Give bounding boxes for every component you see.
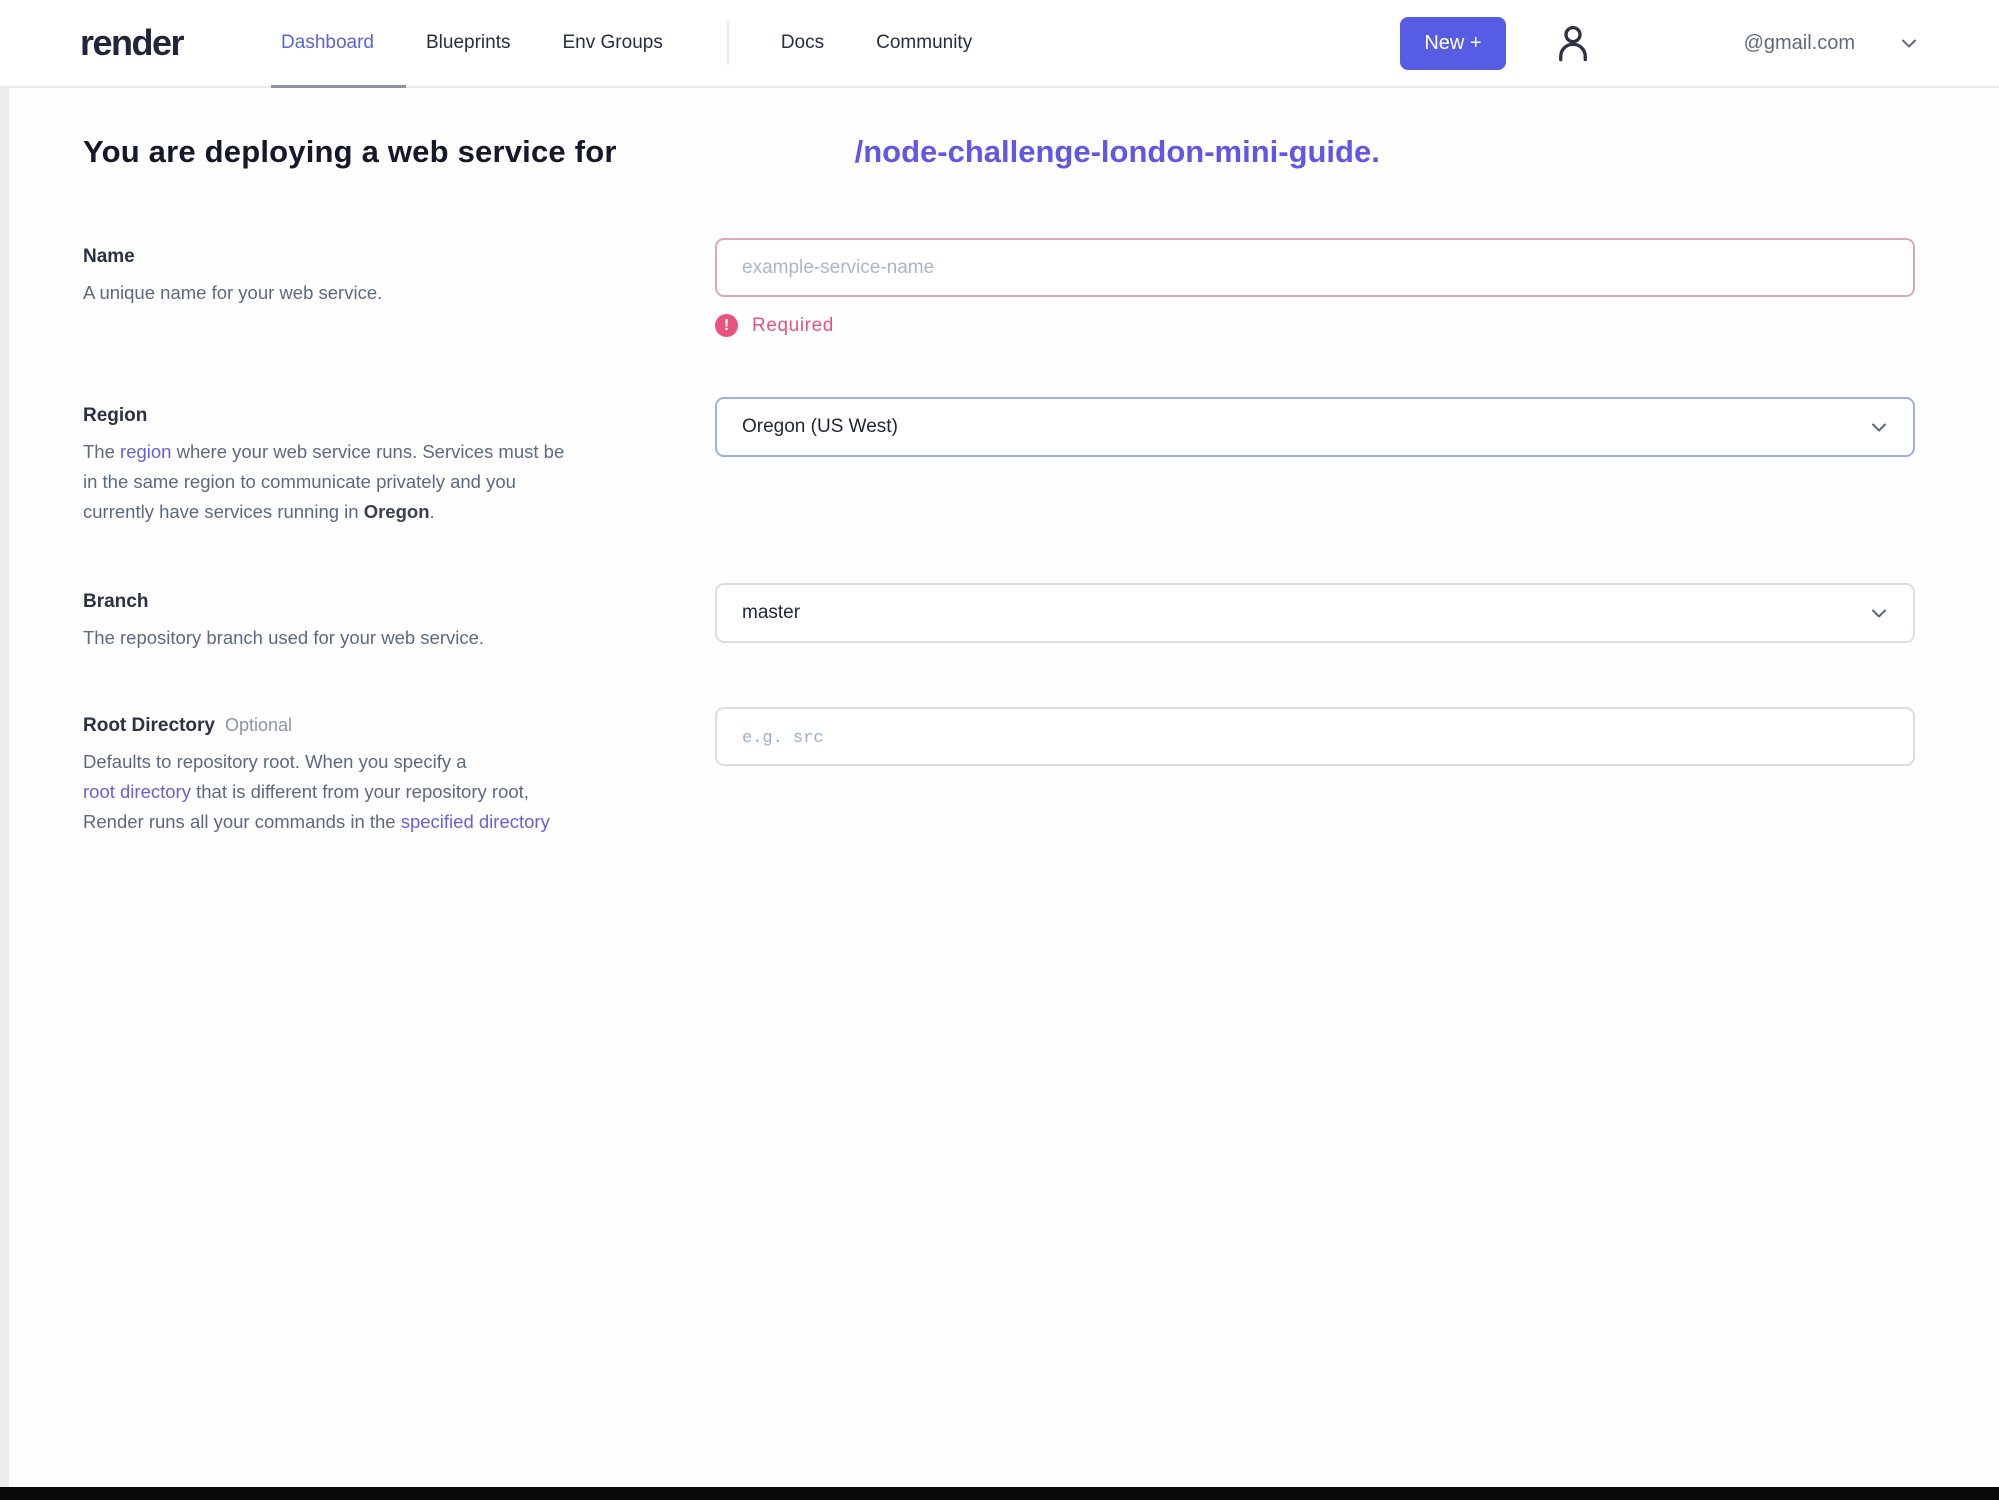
region-desc-text: . bbox=[429, 501, 435, 522]
specified-directory-docs-link[interactable]: specified directory bbox=[401, 811, 550, 832]
region-desc-oregon: Oregon bbox=[363, 501, 430, 522]
region-select[interactable]: Oregon (US West) bbox=[715, 397, 1915, 457]
chevron-down-icon bbox=[1867, 415, 1891, 439]
root-desc-text: Defaults to repository root. When you sp… bbox=[83, 751, 467, 772]
region-label: Region bbox=[83, 405, 148, 426]
user-icon[interactable] bbox=[1552, 21, 1594, 65]
new-button[interactable]: New + bbox=[1400, 16, 1506, 70]
region-desc-text: The bbox=[83, 441, 121, 462]
repo-path-link[interactable]: /node-challenge-london-mini-guide. bbox=[855, 134, 1380, 170]
region-desc-text: in the same region to communicate privat… bbox=[83, 471, 516, 492]
region-select-value: Oregon (US West) bbox=[742, 416, 898, 437]
name-label: Name bbox=[83, 246, 135, 267]
root-directory-input[interactable] bbox=[715, 707, 1915, 766]
deploy-web-service-page: render Dashboard Blueprints Env Groups D… bbox=[0, 0, 1999, 1500]
region-desc-text: currently have services running in bbox=[83, 501, 364, 522]
render-logo[interactable]: render bbox=[80, 22, 185, 64]
chevron-down-icon bbox=[1897, 31, 1921, 55]
page-title: You are deploying a web service for /nod… bbox=[83, 134, 1999, 170]
region-desc-text: where your web service runs. Services mu… bbox=[171, 441, 565, 462]
nav-item-docs[interactable]: Docs bbox=[781, 0, 824, 86]
root-directory-field-info: Root Directory Optional Defaults to repos… bbox=[83, 707, 671, 837]
name-description: A unique name for your web service. bbox=[83, 282, 383, 303]
root-directory-description: Defaults to repository root. When you sp… bbox=[83, 747, 671, 837]
nav-item-env-groups[interactable]: Env Groups bbox=[563, 0, 663, 86]
root-desc-text: Render runs all your commands in the bbox=[83, 811, 401, 832]
region-field-info: Region The region where your web service… bbox=[83, 397, 671, 527]
region-description: The region where your web service runs. … bbox=[83, 437, 671, 527]
branch-select[interactable]: master bbox=[715, 583, 1915, 643]
page-title-prefix: You are deploying a web service for bbox=[83, 134, 617, 169]
bottom-black-bar bbox=[0, 1487, 1999, 1500]
branch-description: The repository branch used for your web … bbox=[83, 627, 485, 648]
required-error-text: Required bbox=[752, 314, 834, 336]
form-row-root-directory: Root Directory Optional Defaults to repos… bbox=[83, 707, 1999, 837]
name-field-info: Name A unique name for your web service. bbox=[83, 238, 671, 308]
region-docs-link[interactable]: region bbox=[120, 441, 171, 462]
page-edge-strip bbox=[0, 88, 9, 1500]
branch-field-info: Branch The repository branch used for yo… bbox=[83, 583, 671, 653]
account-menu[interactable]: @gmail.com bbox=[1744, 31, 1921, 55]
service-name-input[interactable] bbox=[715, 238, 1915, 297]
account-email: @gmail.com bbox=[1743, 31, 1855, 54]
form-row-name: Name A unique name for your web service.… bbox=[83, 238, 1999, 337]
root-directory-label: Root Directory bbox=[83, 715, 215, 736]
root-directory-docs-link[interactable]: root directory bbox=[83, 781, 191, 802]
form-row-branch: Branch The repository branch used for yo… bbox=[83, 583, 1999, 653]
branch-label: Branch bbox=[83, 591, 149, 612]
required-error-icon: ! bbox=[715, 314, 738, 337]
top-nav: render Dashboard Blueprints Env Groups D… bbox=[0, 0, 1999, 88]
nav-links: Dashboard Blueprints Env Groups Docs Com… bbox=[271, 0, 1024, 88]
name-error: ! Required bbox=[715, 314, 1915, 337]
nav-right: New + @gmail.com bbox=[1400, 16, 1921, 70]
branch-select-value: master bbox=[742, 602, 801, 623]
root-desc-text: that is different from your repository r… bbox=[190, 781, 529, 802]
nav-item-community[interactable]: Community bbox=[876, 0, 972, 86]
nav-divider bbox=[726, 21, 729, 65]
chevron-down-icon bbox=[1867, 601, 1891, 625]
form-row-region: Region The region where your web service… bbox=[83, 397, 1999, 527]
optional-tag: Optional bbox=[224, 715, 293, 735]
main-content: You are deploying a web service for /nod… bbox=[0, 134, 1999, 837]
nav-item-dashboard[interactable]: Dashboard bbox=[271, 0, 406, 88]
nav-item-blueprints[interactable]: Blueprints bbox=[426, 0, 511, 86]
